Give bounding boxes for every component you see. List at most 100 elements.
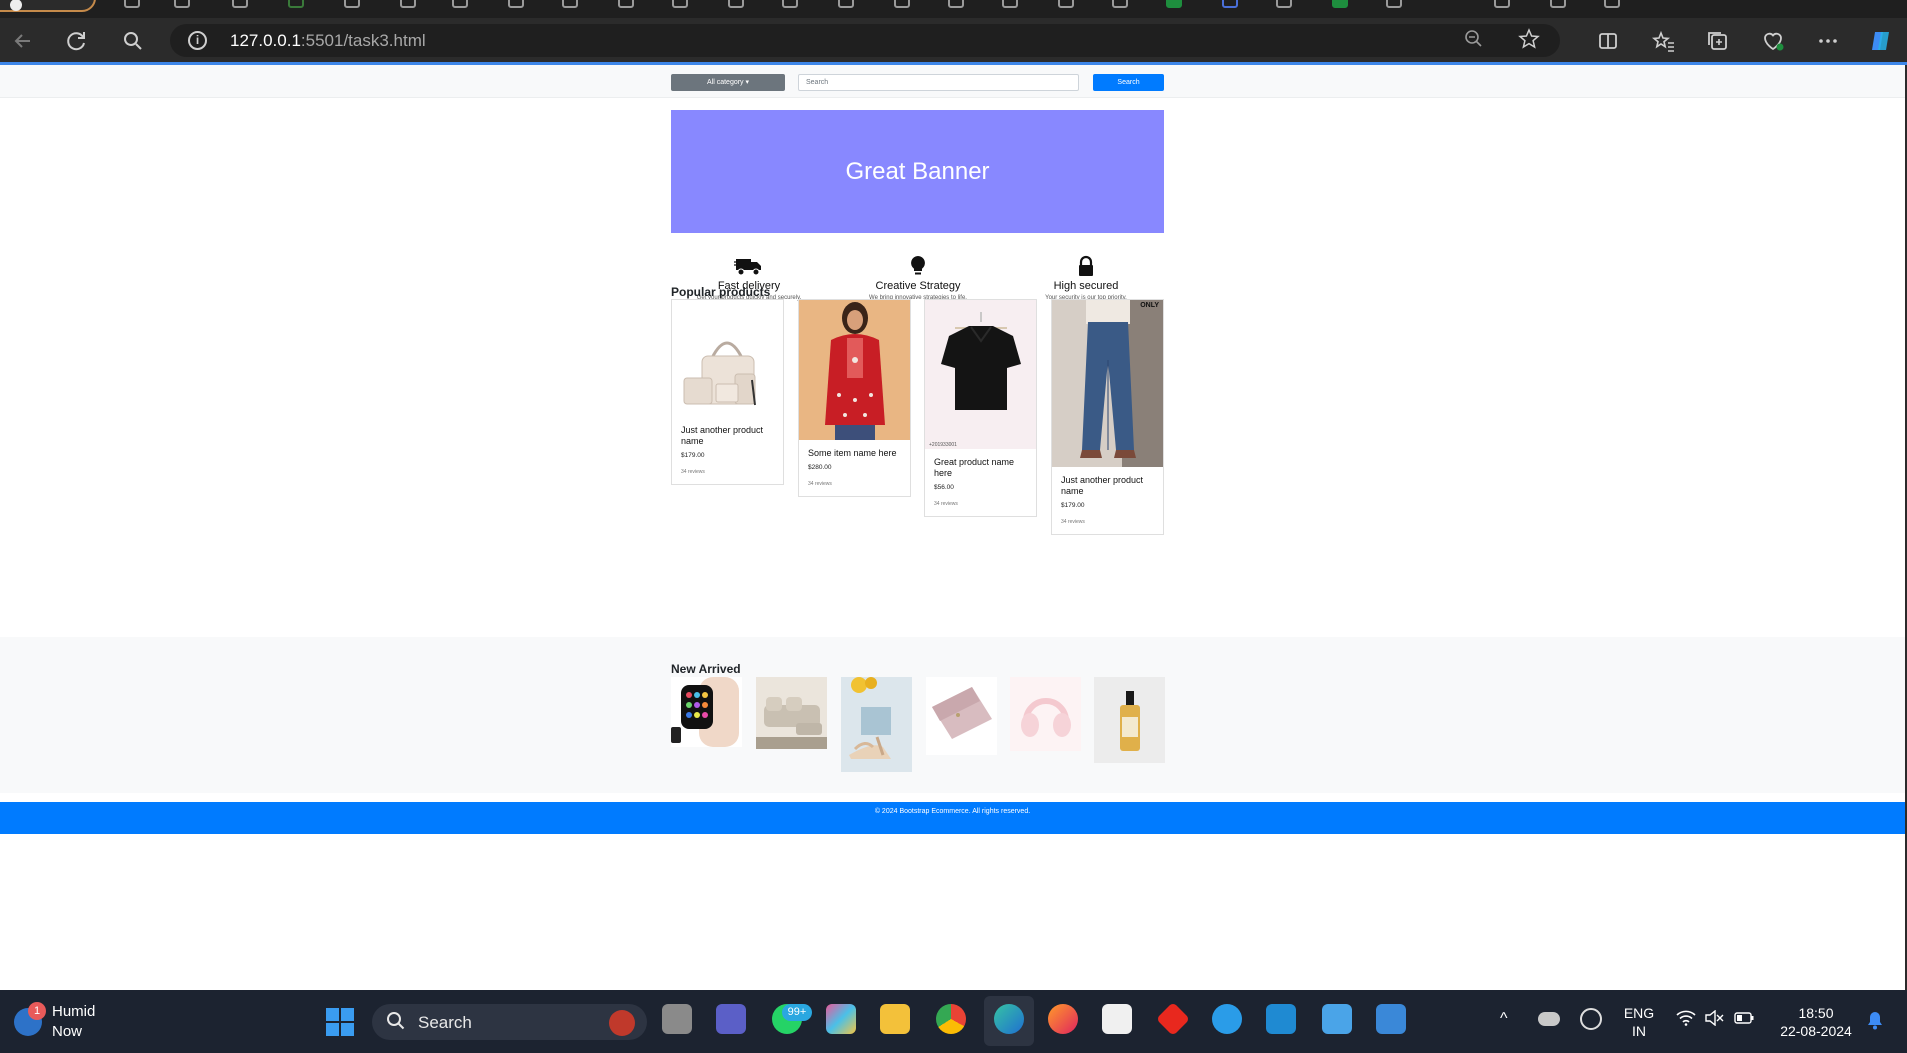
battery-icon[interactable] bbox=[1734, 1010, 1754, 1031]
product-card[interactable]: ONLY Just another product name $179.00 3… bbox=[1051, 299, 1164, 535]
anydesk-icon[interactable] bbox=[1156, 1002, 1190, 1036]
tab-icon[interactable] bbox=[1058, 0, 1074, 8]
clock[interactable]: 18:50 22-08-2024 bbox=[1772, 1004, 1860, 1040]
product-image-handbag[interactable] bbox=[672, 300, 783, 417]
zoom-out-icon[interactable] bbox=[1463, 28, 1485, 56]
tab-icon[interactable] bbox=[124, 0, 140, 8]
sync-icon[interactable] bbox=[1580, 1008, 1602, 1030]
wifi-icon[interactable] bbox=[1676, 1010, 1696, 1031]
tab-icon[interactable] bbox=[452, 0, 468, 8]
new-item-headphones[interactable] bbox=[1010, 677, 1081, 751]
browser-essentials-icon[interactable] bbox=[1758, 26, 1788, 56]
active-tab[interactable] bbox=[0, 0, 96, 12]
reload-icon[interactable] bbox=[62, 26, 92, 56]
tab-icon[interactable] bbox=[1604, 0, 1620, 8]
clock-date: 22-08-2024 bbox=[1780, 1023, 1852, 1039]
copilot-icon[interactable] bbox=[1866, 26, 1896, 56]
notification-bell-icon[interactable] bbox=[1866, 1010, 1884, 1035]
onedrive-icon[interactable] bbox=[1538, 1012, 1560, 1026]
tab-icon[interactable] bbox=[782, 0, 798, 8]
edge-icon[interactable] bbox=[994, 1004, 1024, 1034]
weather-widget[interactable]: Humid Now bbox=[52, 1002, 95, 1042]
footer-copyright: © 2024 Bootstrap Ecommerce. All rights r… bbox=[874, 808, 1031, 815]
whatsapp-badge: 99+ bbox=[782, 1004, 812, 1021]
new-item-sofa[interactable] bbox=[756, 677, 827, 749]
tab-icon[interactable] bbox=[672, 0, 688, 8]
tab-icon[interactable] bbox=[344, 0, 360, 8]
vscode-icon[interactable] bbox=[1266, 1004, 1296, 1034]
product-image-jeans[interactable]: ONLY bbox=[1052, 300, 1163, 467]
teams-icon[interactable] bbox=[716, 1004, 746, 1034]
feature-creative-strategy: Creative Strategy We bring innovative st… bbox=[838, 255, 998, 301]
tab-icon[interactable] bbox=[1112, 0, 1128, 8]
product-card[interactable]: Just another product name $179.00 34 rev… bbox=[671, 299, 784, 485]
product-price: $179.00 bbox=[1061, 502, 1085, 509]
product-card[interactable]: +201933001 Great product name here $56.0… bbox=[924, 299, 1037, 517]
tab-icon[interactable] bbox=[1332, 0, 1348, 8]
tab-icon[interactable] bbox=[288, 0, 304, 8]
help-icon[interactable] bbox=[1212, 1004, 1242, 1034]
tab-icon[interactable] bbox=[1276, 0, 1292, 8]
product-image-black-shirt[interactable]: +201933001 bbox=[925, 300, 1036, 449]
tab-icon[interactable] bbox=[1494, 0, 1510, 8]
new-item-serum[interactable] bbox=[1094, 677, 1165, 763]
photos-icon[interactable] bbox=[1376, 1004, 1406, 1034]
site-info-icon[interactable]: i bbox=[188, 31, 207, 50]
firefox-icon[interactable] bbox=[1048, 1004, 1078, 1034]
search-icon[interactable] bbox=[118, 26, 148, 56]
product-card[interactable]: Some item name here $280.00 34 reviews bbox=[798, 299, 911, 497]
favorites-icon[interactable] bbox=[1648, 26, 1678, 56]
search-button[interactable]: Search bbox=[1093, 74, 1164, 91]
new-item-smartwatch[interactable] bbox=[671, 677, 742, 747]
tab-icon[interactable] bbox=[174, 0, 190, 8]
tab-icon[interactable] bbox=[1386, 0, 1402, 8]
tab-icon[interactable] bbox=[400, 0, 416, 8]
chrome-icon[interactable] bbox=[936, 1004, 966, 1034]
product-name[interactable]: Just another product name bbox=[681, 425, 774, 447]
tab-icon[interactable] bbox=[728, 0, 744, 8]
new-item-sandals[interactable] bbox=[841, 677, 912, 772]
new-item-wallet[interactable] bbox=[926, 677, 997, 755]
store-icon[interactable] bbox=[1102, 1004, 1132, 1034]
new-arrived-heading: New Arrived bbox=[671, 662, 741, 676]
footer: © 2024 Bootstrap Ecommerce. All rights r… bbox=[0, 802, 1905, 834]
tab-icon[interactable] bbox=[618, 0, 634, 8]
tab-icon[interactable] bbox=[1222, 0, 1238, 8]
product-name[interactable]: Just another product name bbox=[1061, 475, 1154, 497]
volume-mute-icon[interactable] bbox=[1704, 1009, 1724, 1031]
tab-icon[interactable] bbox=[508, 0, 524, 8]
split-screen-icon[interactable] bbox=[1593, 26, 1623, 56]
search-highlight-icon bbox=[609, 1010, 635, 1036]
tab-icon[interactable] bbox=[562, 0, 578, 8]
tab-icon[interactable] bbox=[894, 0, 910, 8]
file-explorer-icon[interactable] bbox=[880, 1004, 910, 1034]
chevron-up-icon[interactable]: ^ bbox=[1500, 1010, 1508, 1028]
favorite-star-icon[interactable] bbox=[1518, 28, 1540, 56]
search-input[interactable]: Search bbox=[798, 74, 1079, 91]
tab-icon[interactable] bbox=[838, 0, 854, 8]
copilot-app-icon[interactable] bbox=[826, 1004, 856, 1034]
lock-icon bbox=[1079, 255, 1093, 276]
task-view-icon[interactable] bbox=[662, 1004, 692, 1034]
product-name[interactable]: Great product name here bbox=[934, 457, 1027, 479]
address-bar[interactable]: i 127.0.0.1:5501/task3.html bbox=[170, 24, 1560, 57]
language-indicator[interactable]: ENG IN bbox=[1618, 1004, 1660, 1040]
tab-icon[interactable] bbox=[1550, 0, 1566, 8]
product-name[interactable]: Some item name here bbox=[808, 448, 901, 459]
tab-favicon bbox=[10, 0, 22, 11]
url-text[interactable]: 127.0.0.1:5501/task3.html bbox=[230, 31, 426, 51]
all-category-dropdown[interactable]: All category ▾ bbox=[671, 74, 785, 91]
more-options-icon[interactable] bbox=[1813, 26, 1843, 56]
tab-icon[interactable] bbox=[232, 0, 248, 8]
language-bottom: IN bbox=[1632, 1023, 1646, 1039]
taskbar-search[interactable]: Search bbox=[372, 1004, 647, 1040]
notepad-icon[interactable] bbox=[1322, 1004, 1352, 1034]
tab-icon[interactable] bbox=[1002, 0, 1018, 8]
collections-icon[interactable] bbox=[1703, 26, 1733, 56]
product-image-red-top[interactable] bbox=[799, 300, 910, 440]
tab-icon[interactable] bbox=[1166, 0, 1182, 8]
product-reviews: 34 reviews bbox=[681, 469, 705, 475]
back-arrow-icon[interactable] bbox=[8, 26, 38, 56]
tab-icon[interactable] bbox=[948, 0, 964, 8]
windows-start-icon[interactable] bbox=[326, 1008, 354, 1041]
